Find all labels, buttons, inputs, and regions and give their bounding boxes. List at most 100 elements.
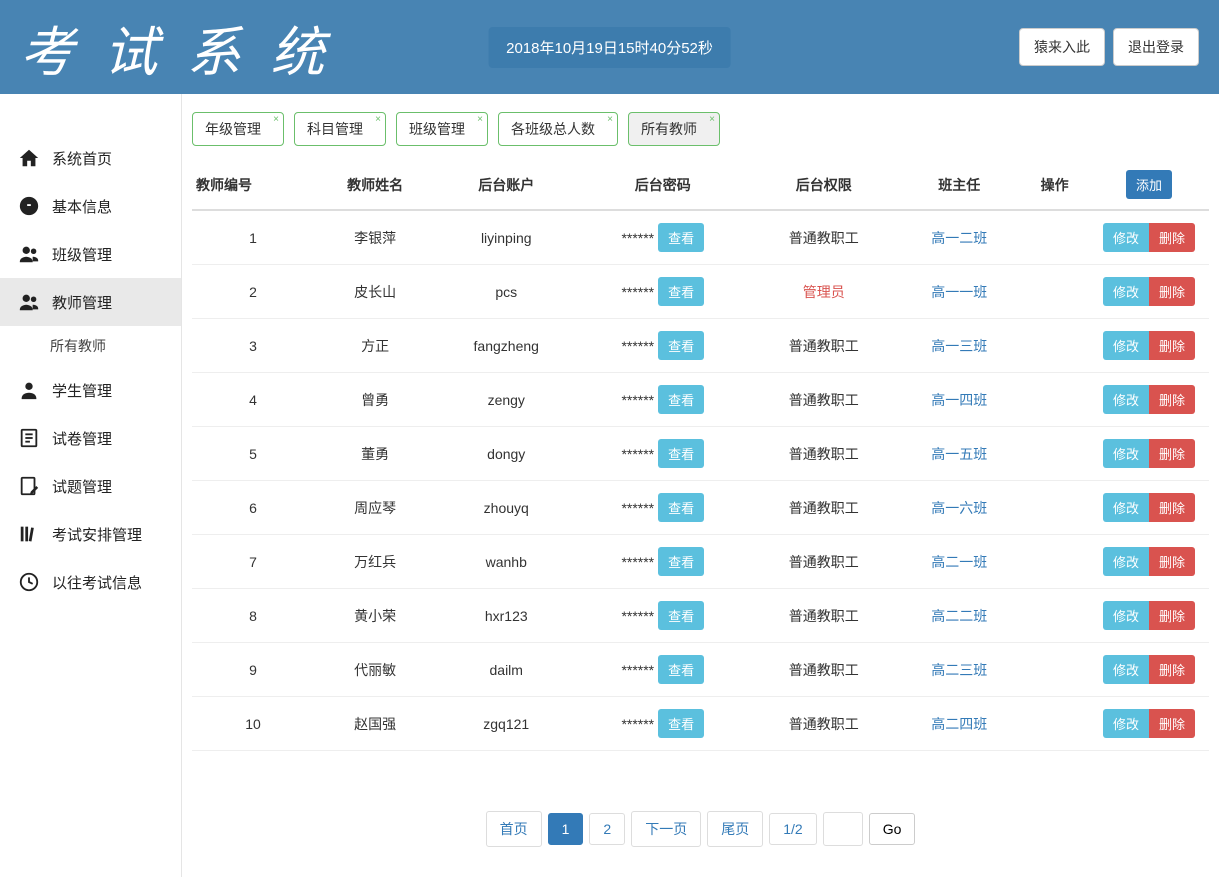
- tab-class-totals[interactable]: 各班级总人数 ×: [498, 112, 618, 146]
- close-icon[interactable]: ×: [709, 115, 715, 125]
- student-icon: [18, 379, 40, 401]
- view-password-button[interactable]: 查看: [658, 601, 704, 630]
- page-first[interactable]: 首页: [486, 811, 542, 847]
- view-password-button[interactable]: 查看: [658, 277, 704, 306]
- page-1[interactable]: 1: [548, 813, 584, 845]
- edit-button[interactable]: 修改: [1103, 331, 1149, 360]
- sidebar-item-past-exams[interactable]: 以往考试信息: [0, 558, 181, 606]
- cell-id: 2: [192, 265, 314, 319]
- view-password-button[interactable]: 查看: [658, 493, 704, 522]
- sidebar: 系统首页 基本信息 班级管理 教师管理 所有教师 学生管理 试卷管理 试题管理: [0, 94, 182, 877]
- page-2[interactable]: 2: [589, 813, 625, 845]
- delete-button[interactable]: 删除: [1149, 277, 1195, 306]
- headclass-link[interactable]: 高二一班: [931, 554, 987, 570]
- headclass-link[interactable]: 高一六班: [931, 500, 987, 516]
- view-password-button[interactable]: 查看: [658, 655, 704, 684]
- view-password-button[interactable]: 查看: [658, 709, 704, 738]
- col-name: 教师姓名: [314, 160, 436, 210]
- edit-button[interactable]: 修改: [1103, 439, 1149, 468]
- sidebar-item-teacher-manage[interactable]: 教师管理: [0, 278, 181, 326]
- close-icon[interactable]: ×: [607, 115, 613, 125]
- cell-name: 万红兵: [314, 535, 436, 589]
- view-password-button[interactable]: 查看: [658, 439, 704, 468]
- edit-button[interactable]: 修改: [1103, 709, 1149, 738]
- headclass-link[interactable]: 高二四班: [931, 716, 987, 732]
- cell-id: 6: [192, 481, 314, 535]
- headclass-link[interactable]: 高一五班: [931, 446, 987, 462]
- password-mask: ******: [621, 500, 654, 516]
- delete-button[interactable]: 删除: [1149, 655, 1195, 684]
- sidebar-item-student-manage[interactable]: 学生管理: [0, 366, 181, 414]
- edit-button[interactable]: 修改: [1103, 547, 1149, 576]
- cell-id: 3: [192, 319, 314, 373]
- cell-headclass: 高二二班: [898, 589, 1020, 643]
- origin-button[interactable]: 猿来入此: [1019, 28, 1105, 66]
- clock-icon: [18, 571, 40, 593]
- headclass-link[interactable]: 高一一班: [931, 284, 987, 300]
- table-row: 8 黄小荣 hxr123 ****** 查看 普通教职工 高二二班 修改 删除: [192, 589, 1209, 643]
- delete-button[interactable]: 删除: [1149, 709, 1195, 738]
- delete-button[interactable]: 删除: [1149, 223, 1195, 252]
- sidebar-item-home[interactable]: 系统首页: [0, 134, 181, 182]
- cell-password: ****** 查看: [576, 427, 749, 481]
- delete-button[interactable]: 删除: [1149, 547, 1195, 576]
- sidebar-item-label: 基本信息: [52, 196, 112, 217]
- view-password-button[interactable]: 查看: [658, 331, 704, 360]
- cell-id: 4: [192, 373, 314, 427]
- headclass-link[interactable]: 高一三班: [931, 338, 987, 354]
- sidebar-subitem-all-teachers[interactable]: 所有教师: [0, 326, 181, 366]
- sidebar-item-question-manage[interactable]: 试题管理: [0, 462, 181, 510]
- edit-button[interactable]: 修改: [1103, 223, 1149, 252]
- cell-role: 管理员: [749, 265, 898, 319]
- sidebar-item-exam-schedule[interactable]: 考试安排管理: [0, 510, 181, 558]
- headclass-link[interactable]: 高二三班: [931, 662, 987, 678]
- sidebar-item-paper-manage[interactable]: 试卷管理: [0, 414, 181, 462]
- sidebar-item-class-manage[interactable]: 班级管理: [0, 230, 181, 278]
- cell-account: fangzheng: [436, 319, 576, 373]
- page-go-button[interactable]: Go: [869, 813, 916, 845]
- main-content: 年级管理 × 科目管理 × 班级管理 × 各班级总人数 × 所有教师 ×: [182, 94, 1219, 877]
- table-row: 9 代丽敏 dailm ****** 查看 普通教职工 高二三班 修改 删除: [192, 643, 1209, 697]
- col-id: 教师编号: [192, 160, 314, 210]
- cell-name: 黄小荣: [314, 589, 436, 643]
- cell-action-spacer: [1020, 643, 1089, 697]
- edit-button[interactable]: 修改: [1103, 493, 1149, 522]
- table-row: 6 周应琴 zhouyq ****** 查看 普通教职工 高一六班 修改 删除: [192, 481, 1209, 535]
- delete-button[interactable]: 删除: [1149, 439, 1195, 468]
- headclass-link[interactable]: 高一四班: [931, 392, 987, 408]
- delete-button[interactable]: 删除: [1149, 601, 1195, 630]
- edit-button[interactable]: 修改: [1103, 385, 1149, 414]
- edit-button[interactable]: 修改: [1103, 277, 1149, 306]
- close-icon[interactable]: ×: [375, 115, 381, 125]
- headclass-link[interactable]: 高二二班: [931, 608, 987, 624]
- page-next[interactable]: 下一页: [631, 811, 701, 847]
- edit-button[interactable]: 修改: [1103, 601, 1149, 630]
- tab-grade-manage[interactable]: 年级管理 ×: [192, 112, 284, 146]
- view-password-button[interactable]: 查看: [658, 385, 704, 414]
- tab-class-manage[interactable]: 班级管理 ×: [396, 112, 488, 146]
- close-icon[interactable]: ×: [273, 115, 279, 125]
- view-password-button[interactable]: 查看: [658, 223, 704, 252]
- page-last[interactable]: 尾页: [707, 811, 763, 847]
- col-role: 后台权限: [749, 160, 898, 210]
- cell-role: 普通教职工: [749, 643, 898, 697]
- delete-button[interactable]: 删除: [1149, 385, 1195, 414]
- password-mask: ******: [621, 446, 654, 462]
- add-button[interactable]: 添加: [1126, 170, 1172, 199]
- headclass-link[interactable]: 高一二班: [931, 230, 987, 246]
- sidebar-item-label: 教师管理: [52, 292, 112, 313]
- close-icon[interactable]: ×: [477, 115, 483, 125]
- sidebar-item-basic-info[interactable]: 基本信息: [0, 182, 181, 230]
- edit-button[interactable]: 修改: [1103, 655, 1149, 684]
- tab-all-teachers[interactable]: 所有教师 ×: [628, 112, 720, 146]
- password-mask: ******: [621, 662, 654, 678]
- delete-button[interactable]: 删除: [1149, 493, 1195, 522]
- col-headclass: 班主任: [898, 160, 1020, 210]
- delete-button[interactable]: 删除: [1149, 331, 1195, 360]
- password-mask: ******: [621, 554, 654, 570]
- tab-subject-manage[interactable]: 科目管理 ×: [294, 112, 386, 146]
- password-mask: ******: [621, 230, 654, 246]
- logout-button[interactable]: 退出登录: [1113, 28, 1199, 66]
- page-input[interactable]: [823, 812, 863, 846]
- view-password-button[interactable]: 查看: [658, 547, 704, 576]
